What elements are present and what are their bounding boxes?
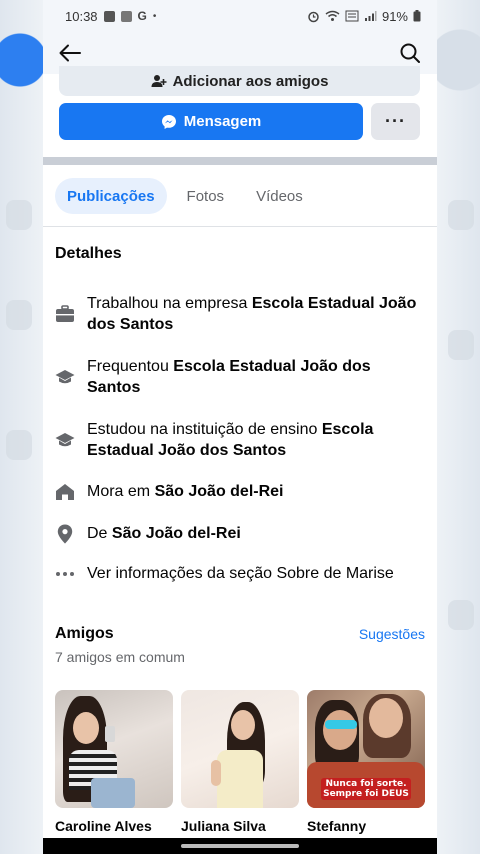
section-divider	[43, 157, 437, 165]
signal-icon	[364, 11, 377, 21]
search-icon	[400, 43, 420, 63]
mutual-friends-count: 7 amigos em comum	[55, 649, 185, 665]
friend-name: Juliana Silva	[181, 818, 266, 834]
friends-grid: Caroline Alves Juliana Silva Nunca foi s…	[55, 690, 425, 834]
profile-actions: Mensagem ···	[59, 103, 420, 140]
add-friends-button[interactable]: Adicionar aos amigos	[59, 66, 420, 96]
message-button[interactable]: Mensagem	[59, 103, 363, 140]
friend-name: Stefanny	[307, 818, 367, 834]
battery-icon	[413, 10, 421, 22]
suggestions-link[interactable]: Sugestões	[359, 626, 425, 642]
status-time: 10:38	[65, 8, 98, 24]
more-dots-icon	[55, 564, 75, 584]
detail-studied: Estudou na instituição de ensino Escola …	[55, 419, 425, 461]
detail-work: Trabalhou na empresa Escola Estadual Joã…	[55, 293, 425, 335]
volte-icon	[345, 10, 359, 22]
arrow-left-icon	[59, 44, 81, 62]
see-about-info-text: Ver informações da seção Sobre de Marise	[87, 565, 394, 582]
alarm-icon	[308, 11, 319, 22]
details-title: Detalhes	[55, 245, 122, 262]
friend-photo: Nunca foi sorte. Sempre foi DEUS	[307, 690, 425, 808]
battery-percent: 91%	[381, 8, 408, 24]
message-button-label: Mensagem	[183, 113, 262, 130]
friend-card[interactable]: Juliana Silva	[181, 690, 299, 834]
gallery-notification-icon	[103, 10, 115, 22]
back-button[interactable]	[57, 40, 83, 66]
tab-publicacoes[interactable]: Publicações	[55, 178, 167, 214]
home-icon	[55, 482, 75, 502]
friend-photo	[55, 690, 173, 808]
detail-from: De São João del-Rei	[55, 523, 425, 544]
messenger-icon	[161, 114, 176, 129]
friends-title: Amigos	[55, 625, 114, 642]
google-notification-icon: G	[137, 9, 147, 23]
home-gesture-handle[interactable]	[181, 844, 299, 848]
profile-tabs: Publicações Fotos Vídeos	[55, 178, 315, 214]
more-options-button[interactable]: ···	[371, 103, 420, 140]
graduation-cap-icon	[55, 367, 75, 387]
status-bar: 10:38 G • 91%	[43, 0, 437, 32]
friend-photo	[181, 690, 299, 808]
friends-header: Amigos Sugestões	[55, 625, 425, 643]
detail-lives-in: Mora em São João del-Rei	[55, 481, 425, 502]
add-friends-label: Adicionar aos amigos	[172, 72, 329, 90]
system-nav-bar	[43, 838, 437, 854]
detail-attended: Frequentou Escola Estadual João dos Sant…	[55, 356, 425, 398]
detail-lives-in-text: Mora em São João del-Rei	[87, 483, 284, 500]
app-notification-icon	[120, 10, 132, 22]
see-about-info-link[interactable]: Ver informações da seção Sobre de Marise	[55, 563, 425, 584]
detail-work-text: Trabalhou na empresa Escola Estadual Joã…	[87, 295, 417, 333]
search-button[interactable]	[397, 40, 423, 66]
more-notifications-dot: •	[152, 10, 157, 22]
detail-attended-text: Frequentou Escola Estadual João dos Sant…	[87, 358, 371, 396]
tab-fotos[interactable]: Fotos	[175, 178, 237, 214]
add-friend-icon	[151, 75, 167, 87]
graduation-cap-icon	[55, 430, 75, 450]
location-pin-icon	[55, 524, 75, 544]
tab-videos[interactable]: Vídeos	[244, 178, 315, 214]
tabs-divider	[43, 226, 437, 227]
detail-studied-text: Estudou na instituição de ensino Escola …	[87, 421, 374, 459]
friend-card[interactable]: Caroline Alves	[55, 690, 173, 834]
friend-card[interactable]: Nunca foi sorte. Sempre foi DEUS Stefann…	[307, 690, 425, 834]
friend-name: Caroline Alves	[55, 818, 152, 834]
wifi-icon	[325, 10, 340, 21]
briefcase-icon	[55, 304, 75, 324]
friend-photo-banner: Nunca foi sorte. Sempre foi DEUS	[321, 778, 411, 800]
detail-from-text: De São João del-Rei	[87, 525, 241, 542]
phone-screen: 10:38 G • 91% Adicionar aos amigos Mensa…	[43, 0, 437, 854]
